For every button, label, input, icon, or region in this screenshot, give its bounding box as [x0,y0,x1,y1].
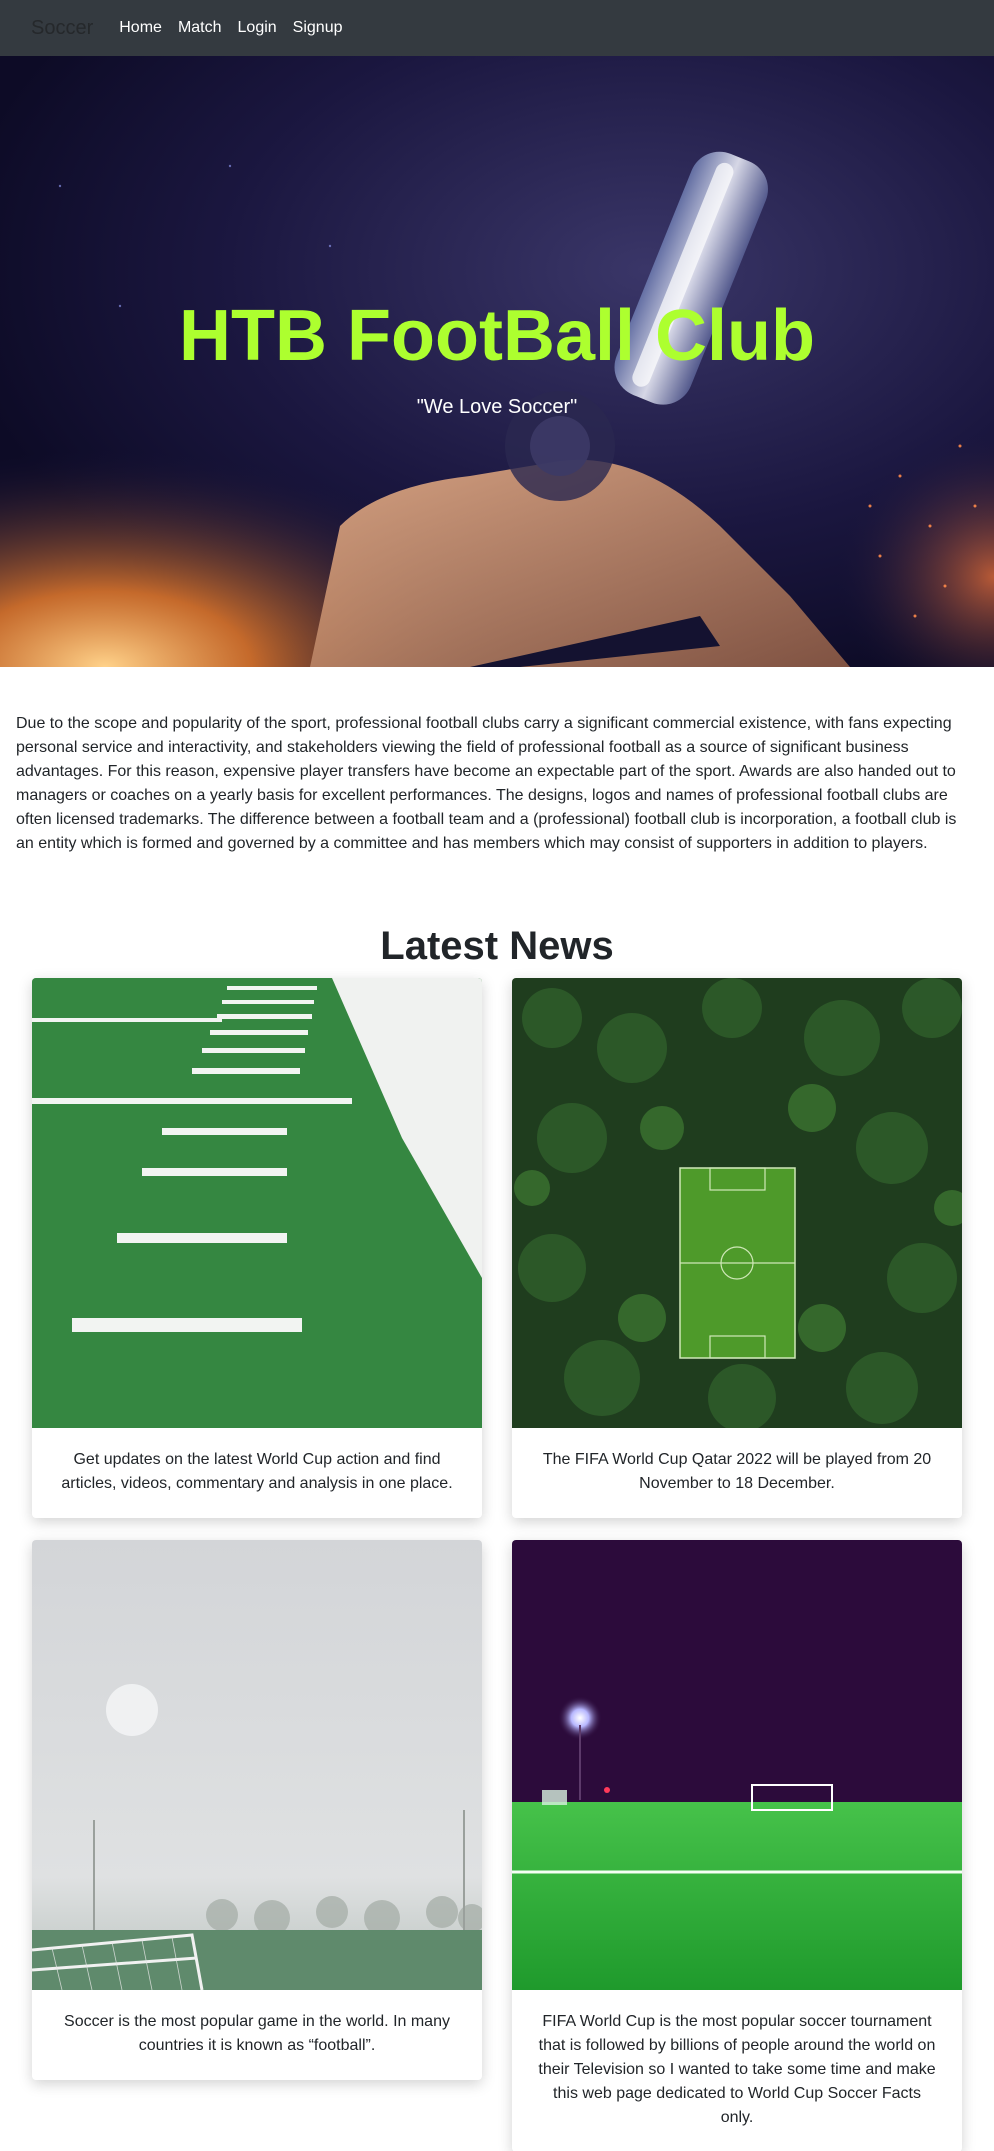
navbar: Soccer Home Match Login Signup [0,0,994,56]
news-card: FIFA World Cup is the most popular socce… [512,1540,962,2151]
navbar-brand[interactable]: Soccer [31,17,93,40]
hero-title: HTB FootBall Club [179,296,815,376]
nav-link-signup[interactable]: Signup [293,19,343,37]
news-card-text: FIFA World Cup is the most popular socce… [538,2013,936,2126]
nav-link-home[interactable]: Home [119,19,162,37]
news-card-text: Get updates on the latest World Cup acti… [61,1451,453,1492]
news-card: Get updates on the latest World Cup acti… [32,978,482,1518]
news-card-image-night-pitch [512,1540,962,1990]
hero-subtitle: "We Love Soccer" [416,396,578,418]
news-card-text: Soccer is the most popular game in the w… [64,2013,450,2054]
news-card-image-field-lines [32,978,482,1428]
about-paragraph: Due to the scope and popularity of the s… [16,715,957,852]
news-card-text: The FIFA World Cup Qatar 2022 will be pl… [542,1451,932,1492]
news-card-image-foggy-goal [32,1540,482,1990]
nav-link-match[interactable]: Match [178,19,222,37]
news-card-image-forest-pitch [512,978,962,1428]
hero-banner: HTB FootBall Club "We Love Soccer" [0,56,994,667]
news-card: The FIFA World Cup Qatar 2022 will be pl… [512,978,962,1518]
nav-link-login[interactable]: Login [238,19,277,37]
latest-news-heading: Latest News [380,924,614,968]
news-card: Soccer is the most popular game in the w… [32,1540,482,2080]
